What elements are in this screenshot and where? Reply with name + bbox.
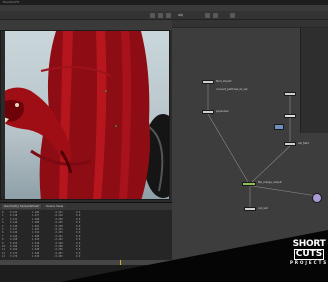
timeline-cursor[interactable] bbox=[120, 260, 121, 265]
parameter-panel[interactable] bbox=[300, 28, 328, 133]
node-vel-field[interactable] bbox=[284, 142, 296, 146]
tab-scene-view[interactable]: Scene View bbox=[44, 204, 66, 209]
table-cell: 0.170 bbox=[10, 255, 18, 259]
node-label: convert_particles_to_vel bbox=[216, 88, 248, 91]
node-label: flip_merge_output bbox=[258, 181, 282, 184]
node-output[interactable] bbox=[312, 193, 322, 203]
viewport-tool-strip[interactable] bbox=[1, 31, 5, 199]
table-row: 13 0.170 1.536 -0.263 0.0 bbox=[0, 255, 172, 258]
node-out-sim[interactable] bbox=[244, 207, 256, 211]
node-flip-merge[interactable] bbox=[242, 182, 256, 186]
node-right-mid[interactable] bbox=[284, 114, 296, 118]
path-label[interactable]: obj bbox=[178, 12, 183, 18]
back-icon[interactable] bbox=[158, 13, 163, 18]
node-label: vel_field bbox=[298, 142, 309, 145]
node-label: out_sim bbox=[258, 207, 269, 210]
fluid-sim-render bbox=[1, 31, 169, 199]
timeline[interactable] bbox=[0, 260, 328, 282]
logo-line-3: PROJECTS bbox=[290, 260, 328, 265]
tab-geometry-spreadsheet[interactable]: Geometry Spreadsheet bbox=[2, 204, 41, 209]
node-fluid-import[interactable] bbox=[202, 80, 214, 84]
table-cell: -0.263 bbox=[54, 255, 63, 259]
node-label: fluid_import bbox=[216, 80, 232, 83]
node-right-top[interactable] bbox=[284, 92, 296, 96]
node-volume[interactable] bbox=[274, 124, 284, 130]
node-label: popsolver bbox=[216, 110, 229, 113]
3d-viewport[interactable] bbox=[0, 30, 170, 200]
forward-icon[interactable] bbox=[166, 13, 171, 18]
table-cell: 13 bbox=[2, 255, 5, 259]
pin-icon[interactable] bbox=[213, 13, 218, 18]
geometry-spreadsheet[interactable]: Geometry Spreadsheet Scene View 0 0.123 1.… bbox=[0, 202, 172, 260]
home-icon[interactable] bbox=[150, 13, 155, 18]
settings-icon[interactable] bbox=[230, 13, 235, 18]
grid-icon[interactable] bbox=[205, 13, 210, 18]
viewport-header bbox=[0, 20, 172, 30]
node-popsolver[interactable] bbox=[202, 110, 214, 114]
table-cell: 0.0 bbox=[76, 255, 81, 259]
timeline-bar[interactable] bbox=[0, 260, 328, 265]
toolbar: obj bbox=[0, 11, 328, 20]
sheet-tabs: Geometry Spreadsheet Scene View bbox=[0, 203, 172, 210]
logo-line-1: SHORT bbox=[292, 239, 326, 249]
table-cell: 1.536 bbox=[32, 255, 40, 259]
short-cuts-logo: SHORT CUTS PROJECTS bbox=[290, 240, 328, 266]
logo-line-2: CUTS bbox=[294, 249, 324, 260]
